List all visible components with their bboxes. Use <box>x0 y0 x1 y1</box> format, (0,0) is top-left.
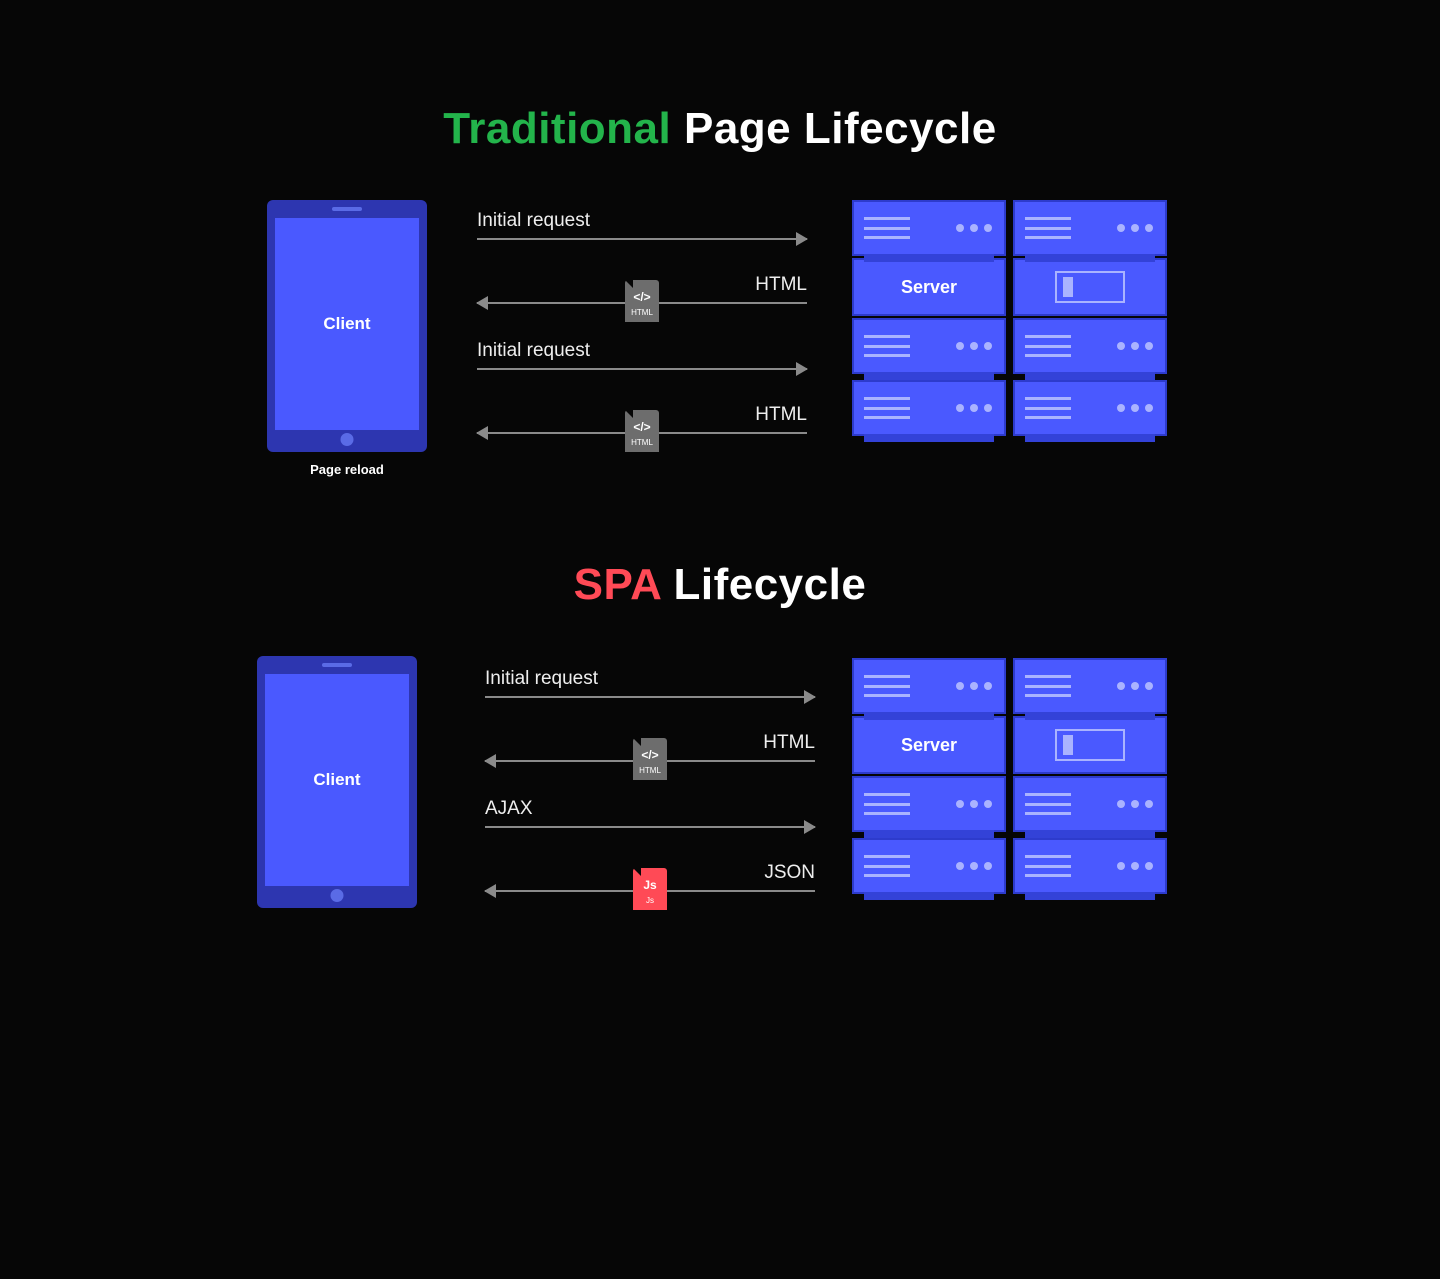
s1-res2: HTML </> HTML <box>477 404 807 434</box>
server-disk-icon <box>1013 716 1167 774</box>
s2-req1: Initial request <box>485 668 815 698</box>
server-label: Server <box>852 716 1006 774</box>
arrow-left-icon: </> HTML <box>485 760 815 762</box>
chip-ext: Js <box>633 896 667 905</box>
s2-req2-label: AJAX <box>485 798 815 820</box>
chip-sym: </> <box>625 420 659 434</box>
section1-title-rest: Page Lifecycle <box>671 104 996 153</box>
chip-sym: </> <box>625 290 659 304</box>
section1-title-accent: Traditional <box>443 104 671 153</box>
html-file-icon: </> HTML <box>625 410 659 452</box>
s1-req1-label: Initial request <box>477 210 807 232</box>
arrow-right-icon <box>477 238 807 240</box>
section2-title-rest: Lifecycle <box>661 560 867 609</box>
s1-req1: Initial request <box>477 210 807 240</box>
server-label: Server <box>852 258 1006 316</box>
section1-title: Traditional Page Lifecycle <box>137 104 1303 154</box>
diagram-stage: Traditional Page Lifecycle Client Page r… <box>137 0 1303 1279</box>
client-label: Client <box>265 674 409 886</box>
client-device-2: Client <box>257 656 417 908</box>
chip-ext: HTML <box>625 308 659 317</box>
s1-req2: Initial request <box>477 340 807 370</box>
js-file-icon: Js Js <box>633 868 667 910</box>
client-device-1: Client <box>267 200 427 452</box>
arrow-left-icon: </> HTML <box>477 432 807 434</box>
arrow-right-icon <box>485 696 815 698</box>
s2-res1: HTML </> HTML <box>485 732 815 762</box>
chip-ext: HTML <box>633 766 667 775</box>
chip-ext: HTML <box>625 438 659 447</box>
arrow-left-icon: </> HTML <box>477 302 807 304</box>
s1-req2-label: Initial request <box>477 340 807 362</box>
client-label: Client <box>275 218 419 430</box>
html-file-icon: </> HTML <box>625 280 659 322</box>
arrow-right-icon <box>477 368 807 370</box>
html-file-icon: </> HTML <box>633 738 667 780</box>
arrow-left-icon: Js Js <box>485 890 815 892</box>
server-rack-2: Server <box>852 658 1167 894</box>
s2-req1-label: Initial request <box>485 668 815 690</box>
section2-title: SPA Lifecycle <box>137 560 1303 610</box>
section2-title-accent: SPA <box>574 560 661 609</box>
server-disk-icon <box>1013 258 1167 316</box>
server-rack-1: Server <box>852 200 1167 436</box>
chip-sym: Js <box>633 878 667 892</box>
s2-req2: AJAX <box>485 798 815 828</box>
arrow-right-icon <box>485 826 815 828</box>
s1-res1: HTML </> HTML <box>477 274 807 304</box>
page-reload-label: Page reload <box>267 462 427 477</box>
chip-sym: </> <box>633 748 667 762</box>
s2-res2: JSON Js Js <box>485 862 815 892</box>
